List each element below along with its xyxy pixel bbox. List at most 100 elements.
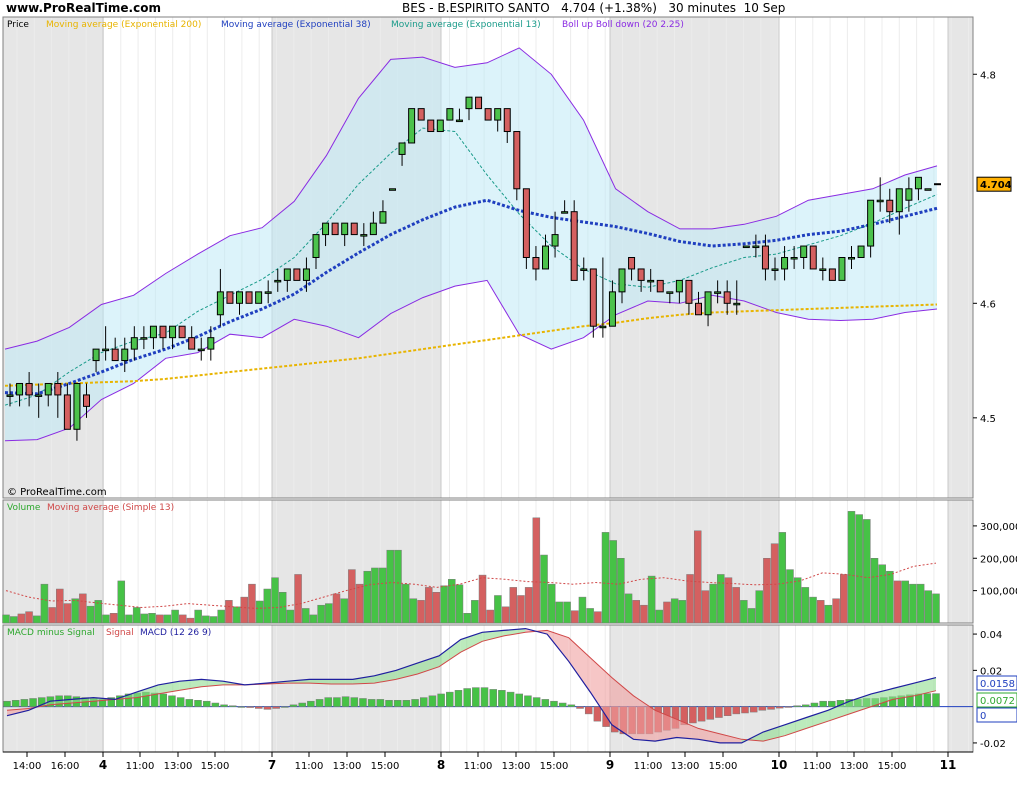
candle[interactable]: [436, 119, 444, 133]
macd-histogram-bar[interactable]: [593, 706, 602, 722]
volume-bar[interactable]: [663, 601, 671, 624]
macd-histogram-bar[interactable]: [802, 704, 810, 707]
volume-bar[interactable]: [601, 532, 610, 624]
volume-bar[interactable]: [809, 596, 817, 624]
volume-bar[interactable]: [409, 598, 418, 624]
macd-histogram-bar[interactable]: [376, 699, 385, 707]
volume-bar[interactable]: [417, 600, 425, 624]
volume-bar[interactable]: [63, 603, 72, 624]
macd-histogram-bar[interactable]: [185, 699, 194, 707]
volume-bar[interactable]: [340, 598, 348, 624]
volume-bar[interactable]: [832, 598, 840, 624]
macd-histogram-bar[interactable]: [506, 691, 515, 707]
volume-bar[interactable]: [670, 598, 679, 624]
macd-histogram-bar[interactable]: [723, 706, 732, 716]
macd-histogram-bar[interactable]: [689, 706, 697, 724]
candle[interactable]: [331, 222, 339, 236]
volume-bar[interactable]: [878, 564, 886, 624]
volume-bar[interactable]: [524, 587, 533, 624]
volume-bar[interactable]: [640, 604, 648, 624]
volume-bar[interactable]: [217, 609, 225, 624]
volume-bar[interactable]: [140, 613, 149, 624]
volume-bar[interactable]: [501, 606, 510, 624]
macd-histogram-bar[interactable]: [246, 706, 254, 708]
volume-bar[interactable]: [455, 584, 464, 624]
volume-bar[interactable]: [186, 617, 195, 624]
macd-histogram-bar[interactable]: [272, 706, 280, 709]
macd-histogram-bar[interactable]: [402, 700, 411, 707]
volume-bar[interactable]: [471, 600, 479, 624]
candle[interactable]: [475, 96, 483, 110]
volume-bar[interactable]: [317, 604, 325, 624]
volume-bar[interactable]: [171, 609, 179, 624]
candle[interactable]: [656, 279, 664, 293]
macd-histogram-bar[interactable]: [393, 700, 402, 707]
macd-histogram-bar[interactable]: [437, 693, 445, 707]
macd-histogram-bar[interactable]: [307, 700, 315, 707]
volume-bar[interactable]: [740, 600, 748, 624]
volume-bar[interactable]: [17, 613, 26, 624]
volume-bar[interactable]: [48, 607, 56, 624]
volume-bar[interactable]: [617, 558, 625, 624]
macd-histogram-bar[interactable]: [202, 700, 211, 707]
volume-bar[interactable]: [432, 592, 441, 624]
volume-bar[interactable]: [9, 616, 18, 624]
macd-histogram-bar[interactable]: [428, 695, 437, 707]
volume-bar[interactable]: [586, 608, 594, 624]
macd-histogram-bar[interactable]: [454, 690, 463, 707]
volume-bar[interactable]: [401, 583, 410, 624]
volume-bar[interactable]: [717, 574, 725, 624]
candle[interactable]: [828, 268, 836, 281]
volume-bar[interactable]: [394, 549, 402, 624]
macd-histogram-bar[interactable]: [532, 697, 541, 707]
macd-histogram-bar[interactable]: [263, 706, 272, 710]
candle[interactable]: [245, 291, 253, 304]
candle[interactable]: [255, 291, 263, 304]
volume-bar[interactable]: [2, 614, 10, 624]
volume-bar[interactable]: [747, 608, 756, 624]
volume-bar[interactable]: [109, 613, 118, 624]
volume-bar[interactable]: [478, 574, 487, 624]
volume-bar[interactable]: [509, 587, 518, 624]
volume-bar[interactable]: [732, 587, 740, 624]
volume-bar[interactable]: [909, 583, 917, 624]
macd-histogram-bar[interactable]: [828, 700, 836, 707]
volume-bar[interactable]: [801, 587, 810, 624]
volume-bar[interactable]: [232, 606, 241, 624]
volume-bar[interactable]: [56, 588, 64, 624]
candle[interactable]: [226, 291, 234, 304]
macd-histogram-bar[interactable]: [228, 705, 237, 707]
volume-bar[interactable]: [824, 604, 833, 624]
candle[interactable]: [924, 188, 932, 191]
volume-bar[interactable]: [901, 580, 910, 624]
volume-bar[interactable]: [847, 511, 856, 624]
volume-bar[interactable]: [540, 554, 548, 624]
candle[interactable]: [178, 325, 186, 339]
volume-bar[interactable]: [40, 583, 49, 624]
candle[interactable]: [408, 108, 416, 144]
macd-histogram-bar[interactable]: [385, 700, 393, 707]
volume-bar[interactable]: [486, 609, 494, 624]
macd-histogram-bar[interactable]: [237, 706, 246, 708]
volume-bar[interactable]: [563, 601, 571, 624]
volume-bar[interactable]: [924, 590, 933, 624]
macd-histogram-bar[interactable]: [341, 696, 350, 707]
macd-histogram-bar[interactable]: [775, 706, 784, 709]
volume-bar[interactable]: [724, 577, 733, 624]
macd-histogram-bar[interactable]: [767, 706, 775, 710]
macd-histogram-bar[interactable]: [220, 704, 228, 707]
chart-canvas[interactable]: 4.5 4.6 4.8 4.704 Price Moving average (Expon…: [0, 0, 1017, 796]
volume-bar[interactable]: [25, 611, 33, 624]
volume-bar[interactable]: [932, 593, 940, 624]
volume-bar[interactable]: [855, 514, 863, 624]
macd-histogram-bar[interactable]: [489, 689, 497, 707]
volume-bar[interactable]: [309, 614, 318, 624]
volume-bar[interactable]: [255, 600, 264, 624]
volume-bar[interactable]: [578, 596, 587, 624]
volume-bar[interactable]: [555, 601, 564, 624]
candle[interactable]: [809, 245, 817, 270]
macd-histogram-bar[interactable]: [463, 688, 471, 707]
macd-histogram-bar[interactable]: [298, 702, 306, 707]
volume-bar[interactable]: [32, 615, 41, 624]
volume-bar[interactable]: [886, 570, 894, 624]
